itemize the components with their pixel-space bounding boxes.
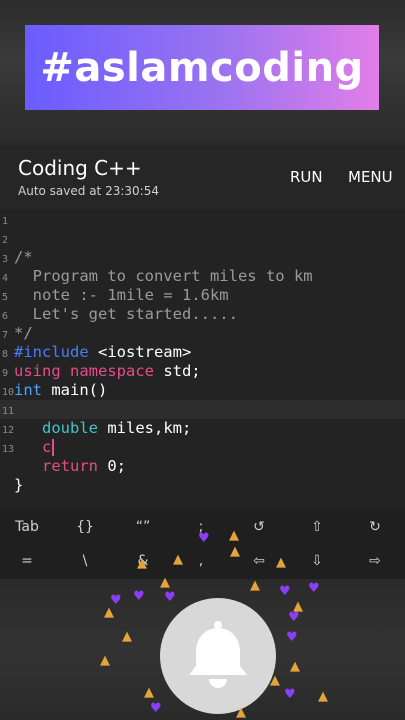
- code-line: 9 {: [0, 362, 405, 418]
- code-text: 0;: [98, 457, 126, 475]
- purple-heart-icon: ♥: [279, 584, 291, 599]
- code-line: 4 Let's get started.....: [0, 267, 405, 323]
- bell-reaction-icon: ▲: [270, 673, 280, 688]
- key-quotes[interactable]: “”: [118, 519, 168, 535]
- code-line: 5 */: [0, 286, 405, 342]
- menu-button[interactable]: MENU: [348, 168, 393, 186]
- key-tab[interactable]: Tab: [2, 519, 52, 535]
- app-title: Coding C++: [18, 156, 142, 180]
- bell-reaction-icon: ▲: [100, 653, 110, 668]
- undo-icon[interactable]: ↺: [234, 519, 284, 535]
- run-button[interactable]: RUN: [290, 168, 323, 186]
- code-line: 8 int main(): [0, 343, 405, 399]
- key-braces[interactable]: {}: [60, 519, 110, 535]
- arrow-up-icon[interactable]: ⇧: [292, 519, 342, 535]
- code-editor[interactable]: 1 /* 2 Program to convert miles to km 3 …: [0, 209, 405, 509]
- purple-heart-icon: ♥: [164, 590, 176, 605]
- code-text: }: [14, 476, 24, 494]
- bell-reaction-icon: ▲: [229, 528, 239, 543]
- bell-reaction-icon: ▲: [137, 556, 147, 571]
- bell-reaction-icon: ▲: [236, 705, 246, 720]
- bell-reaction-icon: ▲: [104, 605, 114, 620]
- bell-icon: [189, 621, 247, 688]
- key-comma[interactable]: ,: [176, 553, 226, 569]
- autosave-status: Auto saved at 23:30:54: [18, 184, 159, 198]
- key-equals[interactable]: =: [2, 553, 52, 569]
- code-line-active: 11 c: [0, 400, 405, 456]
- arrow-down-icon[interactable]: ⇩: [292, 553, 342, 569]
- key-backslash[interactable]: \: [60, 553, 110, 569]
- bell-reaction-icon: ▲: [276, 555, 286, 570]
- hashtag-banner: #aslamcoding: [25, 25, 379, 110]
- code-line: 7 using namespace std;: [0, 324, 405, 380]
- purple-heart-icon: ♥: [150, 701, 162, 716]
- subscribe-bell-button[interactable]: [160, 598, 276, 714]
- redo-icon[interactable]: ↻: [350, 519, 400, 535]
- code-line: 3 note :- 1mile = 1.6km: [0, 248, 405, 304]
- arrow-right-icon[interactable]: ⇨: [350, 553, 400, 569]
- bell-reaction-icon: ▲: [122, 629, 132, 644]
- bell-reaction-icon: ▲: [230, 544, 240, 559]
- code-line: 6 #include <iostream>: [0, 305, 405, 361]
- code-line: 10 double miles,km;: [0, 381, 405, 437]
- bell-reaction-icon: ▲: [160, 575, 170, 590]
- app-bar: Coding C++ Auto saved at 23:30:54 RUN ME…: [0, 145, 405, 209]
- bell-reaction-icon: ▲: [173, 552, 183, 567]
- code-line: 2 Program to convert miles to km: [0, 229, 405, 285]
- bell-reaction-icon: ▲: [144, 685, 154, 700]
- code-line: 1 /*: [0, 210, 405, 266]
- code-line: 12 return 0;: [0, 419, 405, 475]
- purple-heart-icon: ♥: [284, 687, 296, 702]
- purple-heart-icon: ♥: [286, 630, 298, 645]
- line-number: 13: [2, 444, 15, 455]
- bell-reaction-icon: ▲: [318, 689, 328, 704]
- bell-reaction-icon: ▲: [293, 599, 303, 614]
- code-line: 13 }: [0, 438, 405, 494]
- purple-heart-icon: ♥: [133, 589, 145, 604]
- purple-heart-icon: ♥: [198, 531, 210, 546]
- bell-reaction-icon: ▲: [290, 659, 300, 674]
- banner-text: #aslamcoding: [40, 44, 364, 91]
- purple-heart-icon: ♥: [308, 581, 320, 596]
- bell-reaction-icon: ▲: [250, 578, 260, 593]
